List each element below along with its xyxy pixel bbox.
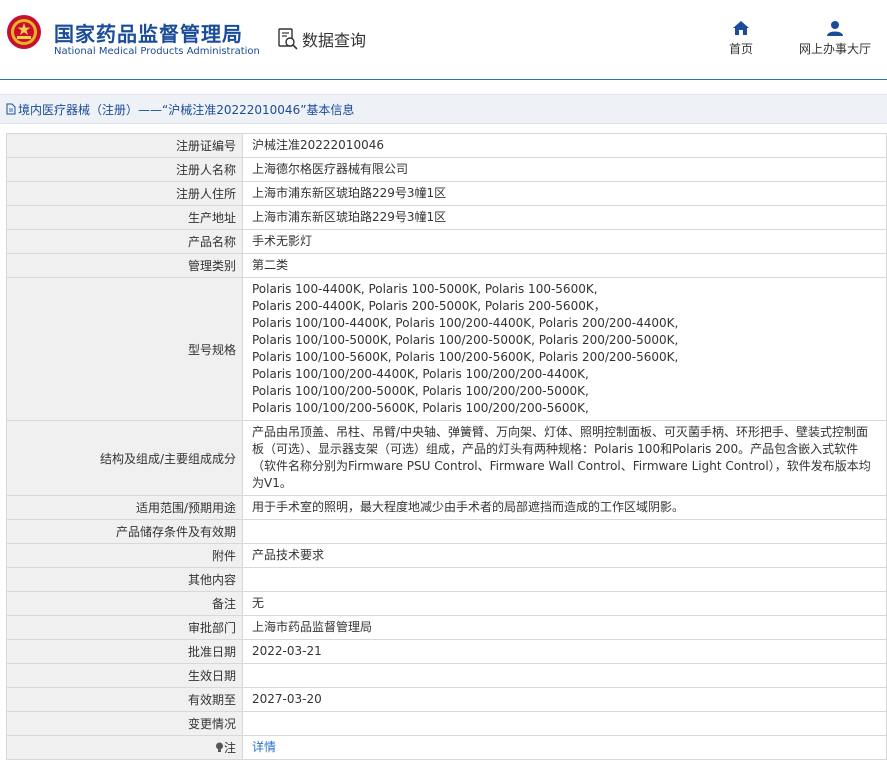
note-label: 注 — [223, 741, 236, 755]
table-row: 审批部门 上海市药品监督管理局 — [6, 615, 887, 640]
model-line: Polaris 100/100-4400K, Polaris 100/200-4… — [252, 316, 679, 330]
table-row: 附件 产品技术要求 — [6, 543, 887, 568]
dept-value: 上海市药品监督管理局 — [242, 615, 887, 640]
lightbulb-icon — [215, 742, 223, 752]
structure-label: 结构及组成/主要组成成分 — [6, 420, 243, 496]
home-icon — [733, 21, 749, 35]
data-search-icon — [278, 28, 298, 50]
approval-date-value: 2022-03-21 — [242, 639, 887, 664]
valid-until-label: 有效期至 — [6, 687, 243, 712]
site-header: 国家药品监督管理局 National Medical Products Admi… — [0, 0, 887, 80]
site-title-en: National Medical Products Administration — [54, 46, 260, 57]
site-title-cn: 国家药品监督管理局 — [54, 22, 243, 46]
breadcrumb-text: 境内医疗器械（注册）——“沪械注准20222010046”基本信息 — [18, 102, 355, 117]
category-value: 第二类 — [242, 253, 887, 278]
other-label: 其他内容 — [6, 567, 243, 592]
reg-no-value: 沪械注准20222010046 — [242, 133, 887, 158]
structure-line: 为V1。 — [252, 476, 292, 490]
remark-value: 无 — [242, 591, 887, 616]
scope-label: 适用范围/预期用途 — [6, 495, 243, 520]
scope-value: 用于手术室的照明，最大程度地减少由手术者的局部遮挡而造成的工作区域阴影。 — [242, 495, 887, 520]
production-addr-label: 生产地址 — [6, 205, 243, 230]
structure-line: 板（可选）、显示器支架（可选）组成，产品的灯头有两种规格：Polaris 100… — [252, 442, 859, 456]
change-value — [242, 711, 887, 736]
reg-no-label: 注册证编号 — [6, 133, 243, 158]
model-line: Polaris 100/100-5000K, Polaris 100/200-5… — [252, 333, 679, 347]
table-row: 有效期至 2027-03-20 — [6, 687, 887, 712]
storage-value — [242, 519, 887, 544]
approval-date-label: 批准日期 — [6, 639, 243, 664]
model-line: Polaris 100/100/200-5600K, Polaris 100/2… — [252, 401, 589, 415]
nav-home-label: 首页 — [728, 42, 753, 56]
model-value: Polaris 100-4400K, Polaris 100-5000K, Po… — [242, 277, 887, 421]
table-row: 注册证编号 沪械注准20222010046 — [6, 133, 887, 158]
table-row: 结构及组成/主要组成成分 产品由吊顶盖、吊柱、吊臂/中央轴、弹簧臂、万向架、灯体… — [6, 420, 887, 496]
other-value — [242, 567, 887, 592]
model-label: 型号规格 — [6, 277, 243, 421]
table-row: 其他内容 — [6, 567, 887, 592]
table-row: 注 详情 — [6, 735, 887, 760]
table-row: 型号规格 Polaris 100-4400K, Polaris 100-5000… — [6, 277, 887, 421]
nav-online-hall[interactable]: 网上办事大厅 — [783, 20, 887, 57]
product-name-value: 手术无影灯 — [242, 229, 887, 254]
table-row: 注册人住所 上海市浦东新区琥珀路229号3幢1区 — [6, 181, 887, 206]
note-value: 详情 — [242, 735, 887, 760]
breadcrumb: 境内医疗器械（注册）——“沪械注准20222010046”基本信息 — [0, 94, 887, 124]
structure-line: （软件名称分别为Firmware PSU Control、Firmware Wa… — [252, 459, 871, 473]
structure-value: 产品由吊顶盖、吊柱、吊臂/中央轴、弹簧臂、万向架、灯体、照明控制面板、可灭菌手柄… — [242, 420, 887, 496]
product-name-label: 产品名称 — [6, 229, 243, 254]
storage-label: 产品储存条件及有效期 — [6, 519, 243, 544]
registration-info-table: 注册证编号 沪械注准20222010046 注册人名称 上海德尔格医疗器械有限公… — [6, 133, 887, 760]
structure-line: 产品由吊顶盖、吊柱、吊臂/中央轴、弹簧臂、万向架、灯体、照明控制面板、可灭菌手柄… — [252, 425, 869, 439]
model-line: Polaris 200-4400K, Polaris 200-5000K, Po… — [252, 299, 606, 313]
table-row: 变更情况 — [6, 711, 887, 736]
effective-date-label: 生效日期 — [6, 663, 243, 688]
attachment-label: 附件 — [6, 543, 243, 568]
document-icon — [6, 103, 16, 115]
nav-home[interactable]: 首页 — [711, 20, 771, 57]
table-row: 管理类别 第二类 — [6, 253, 887, 278]
model-line: Polaris 100/100/200-5000K, Polaris 100/2… — [252, 384, 589, 398]
data-query-label: 数据查询 — [302, 31, 367, 50]
model-line: Polaris 100/100-5600K, Polaris 100/200-5… — [252, 350, 679, 364]
data-query-link[interactable]: 数据查询 — [278, 27, 366, 51]
note-label-cell: 注 — [6, 735, 243, 760]
table-row: 生产地址 上海市浦东新区琥珀路229号3幢1区 — [6, 205, 887, 230]
national-emblem-icon — [7, 15, 41, 49]
top-nav: 首页 网上办事大厅 — [711, 20, 887, 57]
nav-online-hall-label: 网上办事大厅 — [798, 42, 871, 56]
remark-label: 备注 — [6, 591, 243, 616]
table-row: 批准日期 2022-03-21 — [6, 639, 887, 664]
registrant-value: 上海德尔格医疗器械有限公司 — [242, 157, 887, 182]
registrant-addr-value: 上海市浦东新区琥珀路229号3幢1区 — [242, 181, 887, 206]
user-icon — [827, 21, 843, 36]
table-row: 注册人名称 上海德尔格医疗器械有限公司 — [6, 157, 887, 182]
change-label: 变更情况 — [6, 711, 243, 736]
attachment-value: 产品技术要求 — [242, 543, 887, 568]
category-label: 管理类别 — [6, 253, 243, 278]
table-row: 生效日期 — [6, 663, 887, 688]
table-row: 适用范围/预期用途 用于手术室的照明，最大程度地减少由手术者的局部遮挡而造成的工… — [6, 495, 887, 520]
registrant-addr-label: 注册人住所 — [6, 181, 243, 206]
table-row: 备注 无 — [6, 591, 887, 616]
effective-date-value — [242, 663, 887, 688]
model-line: Polaris 100/100/200-4400K, Polaris 100/2… — [252, 367, 589, 381]
valid-until-value: 2027-03-20 — [242, 687, 887, 712]
details-link[interactable]: 详情 — [252, 740, 276, 754]
dept-label: 审批部门 — [6, 615, 243, 640]
registrant-label: 注册人名称 — [6, 157, 243, 182]
model-line: Polaris 100-4400K, Polaris 100-5000K, Po… — [252, 282, 598, 296]
production-addr-value: 上海市浦东新区琥珀路229号3幢1区 — [242, 205, 887, 230]
table-row: 产品名称 手术无影灯 — [6, 229, 887, 254]
table-row: 产品储存条件及有效期 — [6, 519, 887, 544]
